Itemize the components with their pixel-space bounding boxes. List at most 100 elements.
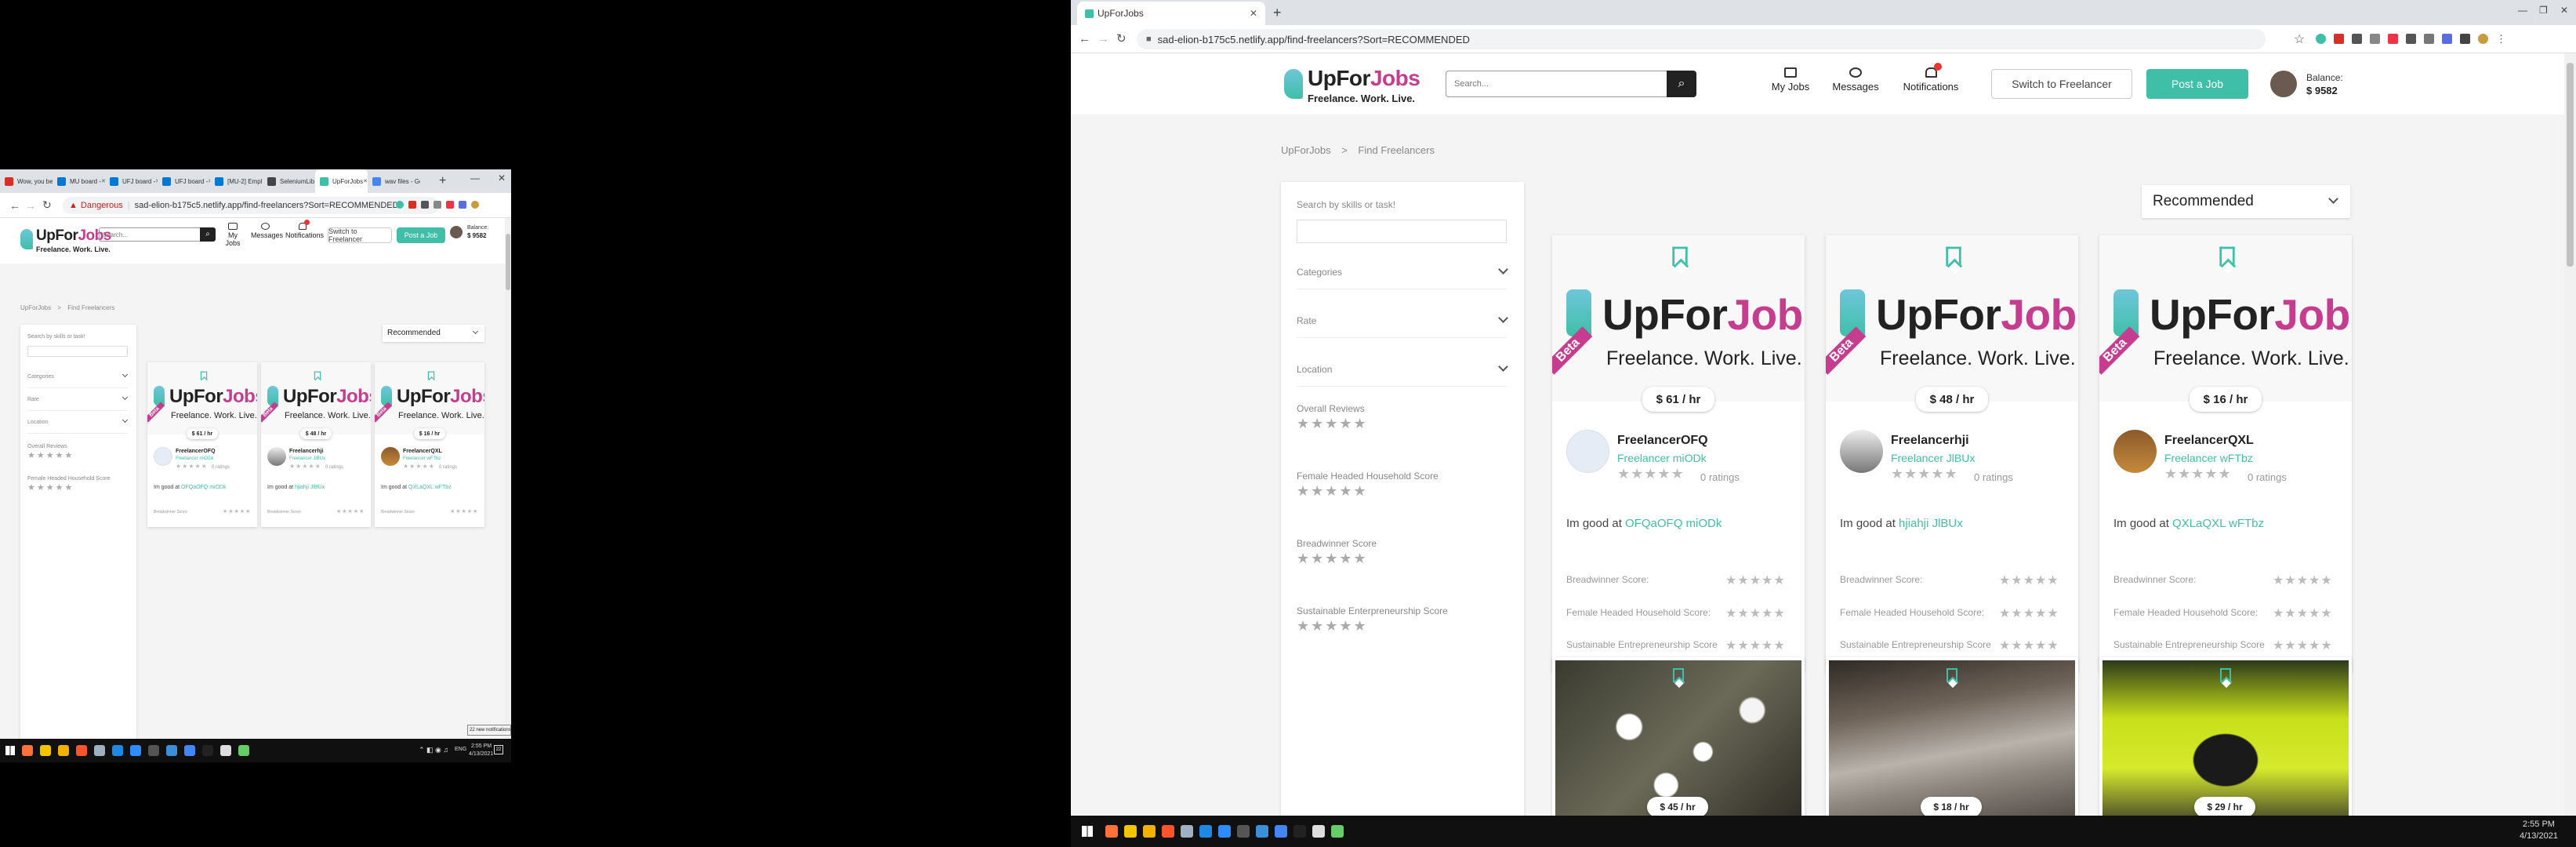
chrome-icon[interactable] (184, 745, 195, 756)
user-avatar[interactable] (450, 226, 463, 238)
url-field[interactable]: ▲ Dangerous | sad-elion-b175c5.netlify.a… (63, 197, 439, 214)
chevron-down-icon[interactable] (1498, 264, 1508, 274)
bookmark-icon[interactable] (1672, 246, 1688, 267)
freelancer-card[interactable]: $ 45 / hr (1552, 657, 1805, 816)
bookmark-icon[interactable] (2219, 246, 2235, 267)
tool-icon[interactable] (1312, 825, 1325, 838)
chrome-icon[interactable] (1275, 825, 1287, 838)
browser-tab[interactable]: MU board - ✕ (53, 169, 105, 193)
nav-my-jobs[interactable]: My Jobs (1767, 67, 1814, 93)
clock-time[interactable]: 2:55 PM (2523, 820, 2555, 829)
active-tab[interactable]: UpForJobs ✕ (1077, 2, 1265, 25)
browser-tab[interactable]: UFJ board - ✕ (105, 169, 158, 193)
freelancer-name[interactable]: FreelancerOFQ (1617, 434, 1708, 448)
freelancer-name[interactable]: Freelancerhji (289, 449, 324, 454)
freelancer-card[interactable]: $ 29 / hr (2099, 657, 2352, 816)
left-scrollbar[interactable] (505, 218, 511, 739)
filter-categories[interactable]: Categories (1297, 267, 1342, 278)
nav-messages[interactable]: Messages (251, 223, 283, 239)
freelancer-avatar[interactable] (381, 447, 400, 466)
forward-icon[interactable]: → (25, 199, 36, 212)
nav-my-jobs[interactable]: My Jobs (221, 223, 245, 247)
freelancer-card[interactable]: UpForJobsFreelance. Work. Live.Beta$ 48 … (1826, 235, 2078, 672)
windows-start-icon[interactable] (5, 746, 15, 755)
terminal-icon[interactable] (1237, 825, 1250, 838)
freelancer-name[interactable]: Freelancerhji (1891, 434, 1969, 448)
close-window-button[interactable]: ✕ (498, 173, 506, 184)
freelancer-avatar[interactable] (2113, 430, 2157, 473)
windows-start-icon[interactable] (1082, 826, 1093, 837)
star-rating-filter[interactable]: ★★★★★ (1297, 416, 1368, 432)
chevron-down-icon[interactable] (122, 416, 129, 424)
notification-center-icon[interactable]: 22 (494, 745, 503, 754)
minimize-button[interactable]: — (470, 173, 480, 184)
chevron-down-icon[interactable] (1498, 313, 1508, 323)
bookmark-icon[interactable] (427, 371, 435, 380)
language-indicator[interactable]: ENG (455, 747, 466, 752)
app-icon[interactable] (1181, 825, 1193, 838)
vscode-icon[interactable] (1256, 825, 1268, 838)
app-icon[interactable] (238, 745, 249, 756)
bookmark-icon[interactable] (200, 371, 208, 380)
post-a-job-button[interactable]: Post a Job (397, 227, 445, 243)
freelancer-avatar[interactable] (154, 447, 172, 466)
chevron-down-icon[interactable] (122, 394, 129, 401)
new-tab-button[interactable]: + (1273, 5, 1282, 21)
filter-location[interactable]: Location (27, 420, 48, 425)
freelancer-avatar[interactable] (1566, 430, 1609, 473)
right-scrollbar[interactable] (2564, 53, 2576, 816)
freelancer-card[interactable]: UpForJobsFreelance. Work. Live.Beta$ 48 … (261, 362, 371, 527)
filter-rate[interactable]: Rate (27, 397, 39, 402)
nav-notifications[interactable]: Notifications (1896, 63, 1966, 93)
clock-date[interactable]: 4/13/2021 (2520, 831, 2558, 841)
app-icon[interactable] (94, 745, 105, 756)
freelancer-card[interactable]: UpForJobsFreelance. Work. Live.Beta$ 61 … (147, 362, 257, 527)
bookmark-icon[interactable] (1673, 668, 1684, 682)
freelancer-card[interactable]: $ 18 / hr (1826, 657, 2078, 816)
user-avatar[interactable] (2270, 71, 2297, 97)
freelancer-name[interactable]: FreelancerOFQ (176, 449, 216, 454)
browser-tab[interactable]: SeleniumLib✕ (263, 169, 315, 193)
freelancer-card[interactable]: UpForJobsFreelance. Work. Live.Beta$ 61 … (1552, 235, 1805, 672)
search-button[interactable]: ⌕ (200, 227, 216, 242)
edge-icon[interactable] (1199, 825, 1212, 838)
filter-rate[interactable]: Rate (1297, 315, 1316, 326)
zoom-icon[interactable] (1218, 825, 1231, 838)
clock-date[interactable]: 4/13/2021 (469, 751, 493, 757)
switch-to-freelancer-button[interactable]: Switch to Freelancer (328, 227, 392, 243)
back-icon[interactable]: ← (1079, 32, 1090, 45)
freelancer-name[interactable]: FreelancerQXL (403, 449, 442, 454)
firefox-icon[interactable] (1105, 825, 1118, 838)
bookmark-icon[interactable] (2220, 668, 2231, 682)
sort-dropdown[interactable]: Recommended (383, 325, 484, 342)
post-a-job-button[interactable]: Post a Job (2146, 69, 2248, 99)
freelancer-card[interactable]: UpForJobsFreelance. Work. Live.Beta$ 16 … (2099, 235, 2352, 672)
browser-tab[interactable]: [MU-2] Empl✕ (210, 169, 263, 193)
folder-icon[interactable] (58, 745, 69, 756)
app-icon[interactable] (1331, 825, 1344, 838)
browser-tab[interactable]: Wow, you be✕ (0, 169, 53, 193)
extensions-icons[interactable]: ⋮ (2316, 34, 2551, 46)
freelancer-avatar[interactable] (267, 447, 286, 466)
reload-icon[interactable]: ↻ (1116, 31, 1127, 45)
chevron-down-icon[interactable] (122, 371, 129, 378)
clock-time[interactable]: 2:55 PM (471, 743, 492, 749)
back-icon[interactable]: ← (9, 199, 20, 212)
store-icon[interactable] (1124, 825, 1137, 838)
breadcrumb-home[interactable]: UpForJobs (1281, 144, 1331, 156)
star-rating-filter[interactable]: ★★★★★ (27, 482, 74, 493)
browser-tab[interactable]: UpForJobs ✕ (315, 169, 368, 193)
bookmark-icon[interactable] (314, 371, 321, 380)
header-search-input[interactable]: Search... (99, 227, 201, 242)
breadcrumb-home[interactable]: UpForJobs (20, 304, 51, 311)
extensions-icons[interactable] (396, 201, 506, 212)
header-search-input[interactable]: Search... (1446, 71, 1668, 97)
freelancer-card[interactable]: UpForJobsFreelance. Work. Live.Beta$ 16 … (375, 362, 484, 527)
filter-search-input[interactable] (27, 346, 128, 357)
star-rating-filter[interactable]: ★★★★★ (1297, 483, 1368, 500)
vscode-icon[interactable] (166, 745, 177, 756)
app-icon[interactable] (1293, 825, 1306, 838)
brave-icon[interactable] (1162, 825, 1174, 838)
terminal-icon[interactable] (148, 745, 159, 756)
browser-tab[interactable]: UFJ board - ✕ (158, 169, 210, 193)
